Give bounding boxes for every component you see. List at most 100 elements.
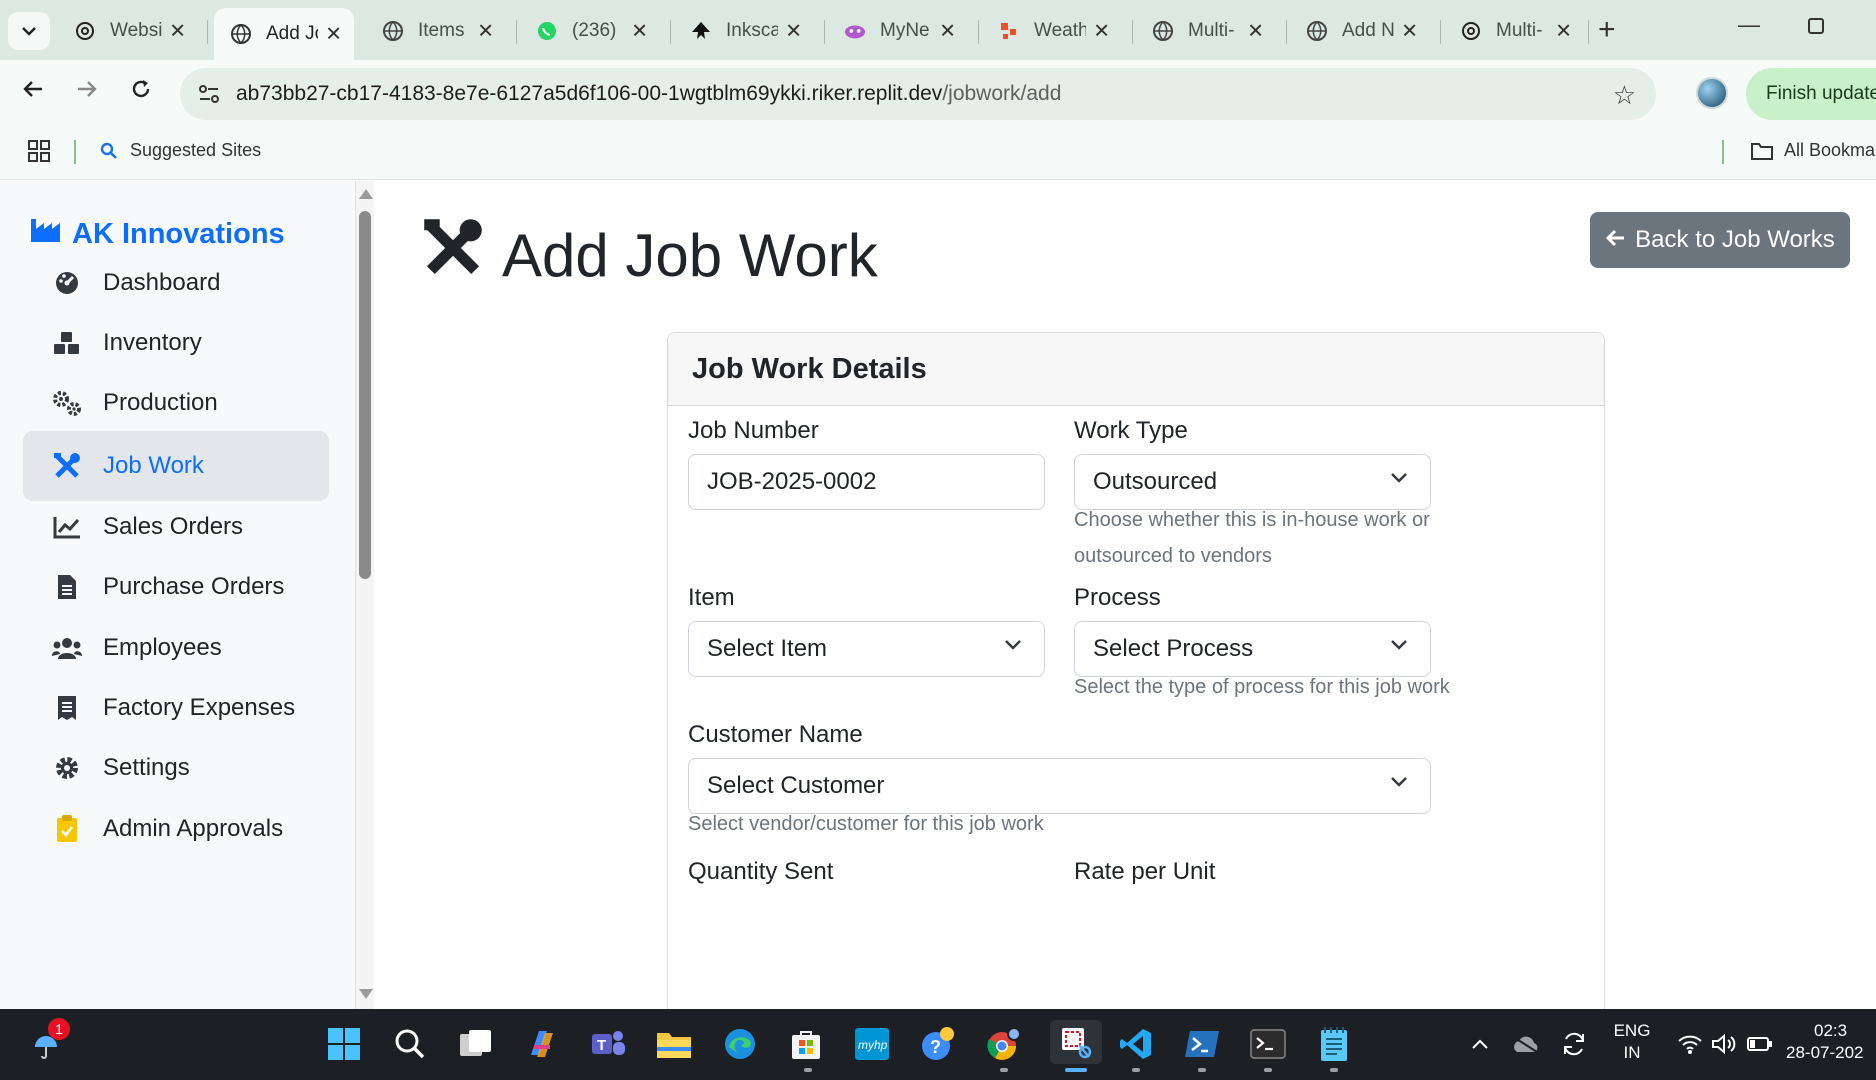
rate-per-unit-label: Rate per Unit <box>1074 858 1216 885</box>
arrow-left-icon <box>1605 226 1625 254</box>
get-help-icon[interactable]: ? <box>918 1024 958 1064</box>
notepad-icon[interactable] <box>1314 1024 1354 1064</box>
minimize-button[interactable]: — <box>1738 12 1760 38</box>
close-tab-icon[interactable]: ✕ <box>169 19 186 44</box>
tab-separator <box>516 20 517 44</box>
sidebar-item-job-work[interactable]: Job Work <box>23 431 329 501</box>
profile-avatar[interactable] <box>1696 77 1728 109</box>
item-label: Item <box>688 584 735 611</box>
tab-separator <box>1440 20 1441 44</box>
teams-icon[interactable]: T <box>588 1024 628 1064</box>
process-value: Select Process <box>1093 635 1254 662</box>
browser-tab[interactable]: Websi ✕ <box>58 10 198 52</box>
edge-browser-icon[interactable] <box>720 1024 760 1064</box>
show-hidden-icons-chevron-icon[interactable] <box>1460 1024 1500 1064</box>
scroll-down-arrow-icon[interactable] <box>359 989 373 999</box>
close-tab-icon[interactable]: ✕ <box>1093 19 1110 44</box>
chevron-down-icon <box>1005 640 1021 650</box>
sidebar-item-purchase-orders[interactable]: Purchase Orders <box>23 552 329 622</box>
sidebar-item-production[interactable]: Production <box>23 368 329 438</box>
search-icon[interactable] <box>390 1024 430 1064</box>
browser-tab-active[interactable]: Add Jo ✕ <box>214 8 354 60</box>
task-view-icon[interactable] <box>456 1024 496 1064</box>
process-help: Select the type of process for this job … <box>1074 676 1450 698</box>
browser-tab[interactable]: Inksca ✕ <box>674 10 814 52</box>
tab-title: Websi <box>110 20 162 41</box>
new-tab-button[interactable]: + <box>1598 12 1616 48</box>
taskbar-running-indicator <box>1330 1068 1338 1072</box>
work-type-label: Work Type <box>1074 417 1188 444</box>
chevron-down-icon <box>1391 777 1407 787</box>
brand[interactable]: AK Innovations <box>30 217 285 251</box>
volume-icon[interactable] <box>1704 1024 1744 1064</box>
weather-icon <box>998 20 1020 42</box>
close-tab-icon[interactable]: ✕ <box>785 19 802 44</box>
forward-arrow-icon[interactable] <box>76 76 98 107</box>
region-code: IN <box>1623 1043 1641 1062</box>
browser-tab[interactable]: Multi- ✕ <box>1444 10 1584 52</box>
browser-tab[interactable]: Items ✕ <box>366 10 506 52</box>
url-host: ab73bb27-cb17-4183-8e7e-6127a5d6f106-00-… <box>236 82 943 105</box>
file-explorer-icon[interactable] <box>654 1024 694 1064</box>
tab-title: Multi- <box>1496 20 1543 41</box>
site-settings-icon[interactable] <box>196 81 222 107</box>
sidebar-item-settings[interactable]: Settings <box>23 733 329 803</box>
tab-search-button[interactable] <box>8 12 50 50</box>
close-tab-icon[interactable]: ✕ <box>1247 19 1264 44</box>
taskbar-running-indicator <box>1000 1068 1008 1072</box>
vscode-icon[interactable] <box>1116 1024 1156 1064</box>
terminal-icon[interactable] <box>1248 1024 1288 1064</box>
close-tab-icon[interactable]: ✕ <box>1555 19 1572 44</box>
reload-icon[interactable] <box>130 76 152 107</box>
tab-title: Multi- <box>1188 20 1235 41</box>
openai-icon <box>1460 20 1482 42</box>
suggested-sites-bookmark[interactable]: Suggested Sites <box>100 140 261 161</box>
snipping-tool-icon[interactable] <box>1050 1020 1102 1064</box>
windows-start-icon[interactable] <box>324 1024 364 1064</box>
apps-grid-icon[interactable] <box>28 140 50 167</box>
browser-tab[interactable]: Multi- ✕ <box>1136 10 1276 52</box>
clipboard-check-icon <box>49 815 85 843</box>
clock[interactable]: 02:3 28-07-202 <box>1786 1020 1876 1064</box>
scroll-up-arrow-icon[interactable] <box>359 189 373 199</box>
myhp-icon[interactable]: myhp <box>852 1024 892 1064</box>
close-tab-icon[interactable]: ✕ <box>477 19 494 44</box>
item-select[interactable]: Select Item <box>688 621 1045 677</box>
gears-icon <box>49 390 85 416</box>
job-number-label: Job Number <box>688 417 819 444</box>
sidebar-item-admin-approvals[interactable]: Admin Approvals <box>23 794 329 864</box>
scrollbar-thumb[interactable] <box>359 211 371 579</box>
tab-separator <box>1286 20 1287 44</box>
chrome-icon[interactable] <box>984 1024 1024 1064</box>
dashboard-gauge-icon <box>49 270 85 296</box>
browser-tab[interactable]: MyNe ✕ <box>828 10 968 52</box>
back-arrow-icon[interactable] <box>22 76 44 107</box>
address-bar[interactable]: ab73bb27-cb17-4183-8e7e-6127a5d6f106-00-… <box>180 68 1656 120</box>
sidebar-scrollbar[interactable] <box>356 181 374 1009</box>
customer-name-label: Customer Name <box>688 721 863 748</box>
microsoft-store-icon[interactable] <box>786 1024 826 1064</box>
browser-tab[interactable]: Add N ✕ <box>1290 10 1430 52</box>
restore-button[interactable] <box>1808 18 1824 34</box>
chevron-down-icon <box>22 27 36 36</box>
close-tab-icon[interactable]: ✕ <box>325 22 342 47</box>
close-tab-icon[interactable]: ✕ <box>939 19 956 44</box>
job-number-input[interactable]: JOB-2025-0002 <box>688 454 1045 510</box>
all-bookmarks-folder[interactable]: All Bookma <box>1750 140 1875 161</box>
input-language-indicator[interactable]: ENG IN <box>1604 1020 1660 1064</box>
finish-update-button[interactable]: Finish update <box>1746 68 1876 120</box>
back-to-job-works-button[interactable]: Back to Job Works <box>1590 212 1850 268</box>
browser-tab[interactable]: (236) ✕ <box>520 10 660 52</box>
browser-tab[interactable]: Weath ✕ <box>982 10 1122 52</box>
powershell-icon[interactable] <box>1182 1024 1222 1064</box>
close-tab-icon[interactable]: ✕ <box>1401 19 1418 44</box>
battery-icon[interactable] <box>1740 1024 1780 1064</box>
copilot-icon[interactable] <box>522 1024 562 1064</box>
tab-separator <box>978 20 979 44</box>
chevron-down-icon <box>1391 473 1407 483</box>
sync-icon[interactable] <box>1554 1024 1594 1064</box>
bookmark-star-icon[interactable]: ☆ <box>1613 80 1636 111</box>
onedrive-icon[interactable] <box>1506 1024 1546 1064</box>
close-tab-icon[interactable]: ✕ <box>631 19 648 44</box>
sidebar-item-label: Settings <box>103 754 190 781</box>
